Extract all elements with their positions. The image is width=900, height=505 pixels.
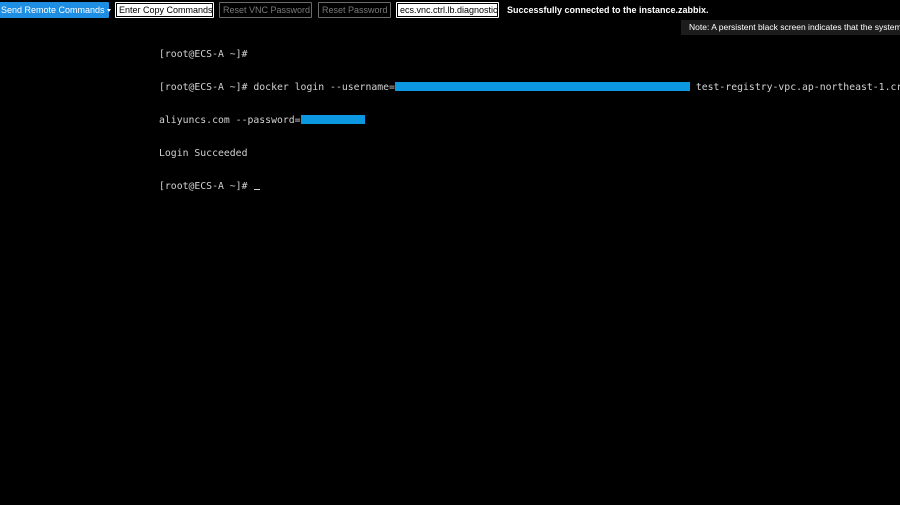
terminal-cursor — [254, 189, 261, 190]
connection-status-text: Successfully connected to the instance.z… — [507, 5, 709, 15]
enter-copy-commands-button[interactable]: Enter Copy Commands — [115, 2, 214, 18]
terminal-line: aliyuncs.com --password= — [159, 115, 900, 126]
terminal-line: [root@ECS-A ~]# — [159, 181, 900, 192]
redacted-username — [394, 82, 690, 91]
send-remote-commands-label: Send Remote Commands — [1, 5, 105, 15]
terminal-line: [root@ECS-A ~]# docker login --username=… — [159, 82, 900, 93]
send-remote-commands-button[interactable]: Send Remote Commands — [0, 2, 111, 18]
diagnostic-button[interactable]: ecs.vnc.ctrl.lb.diagnostic — [396, 2, 499, 18]
terminal-screen[interactable]: [root@ECS-A ~]# [root@ECS-A ~]# docker l… — [159, 27, 900, 203]
registry-address-text: test-registry-vpc.ap-northeast-1.cr. — [689, 82, 900, 93]
vnc-toolbar: Send Remote Commands Enter Copy Commands… — [0, 0, 900, 20]
reset-password-button[interactable]: Reset Password — [318, 2, 391, 18]
terminal-prompt: [root@ECS-A ~]# — [159, 181, 254, 192]
redacted-password — [300, 115, 365, 124]
password-argument-text: aliyuncs.com --password= — [159, 115, 301, 126]
terminal-line: [root@ECS-A ~]# — [159, 49, 248, 60]
caret-down-icon — [106, 9, 111, 13]
docker-login-command: [root@ECS-A ~]# docker login --username= — [159, 82, 395, 93]
terminal-line: Login Succeeded — [159, 148, 248, 159]
reset-vnc-password-button[interactable]: Reset VNC Password — [219, 2, 312, 18]
